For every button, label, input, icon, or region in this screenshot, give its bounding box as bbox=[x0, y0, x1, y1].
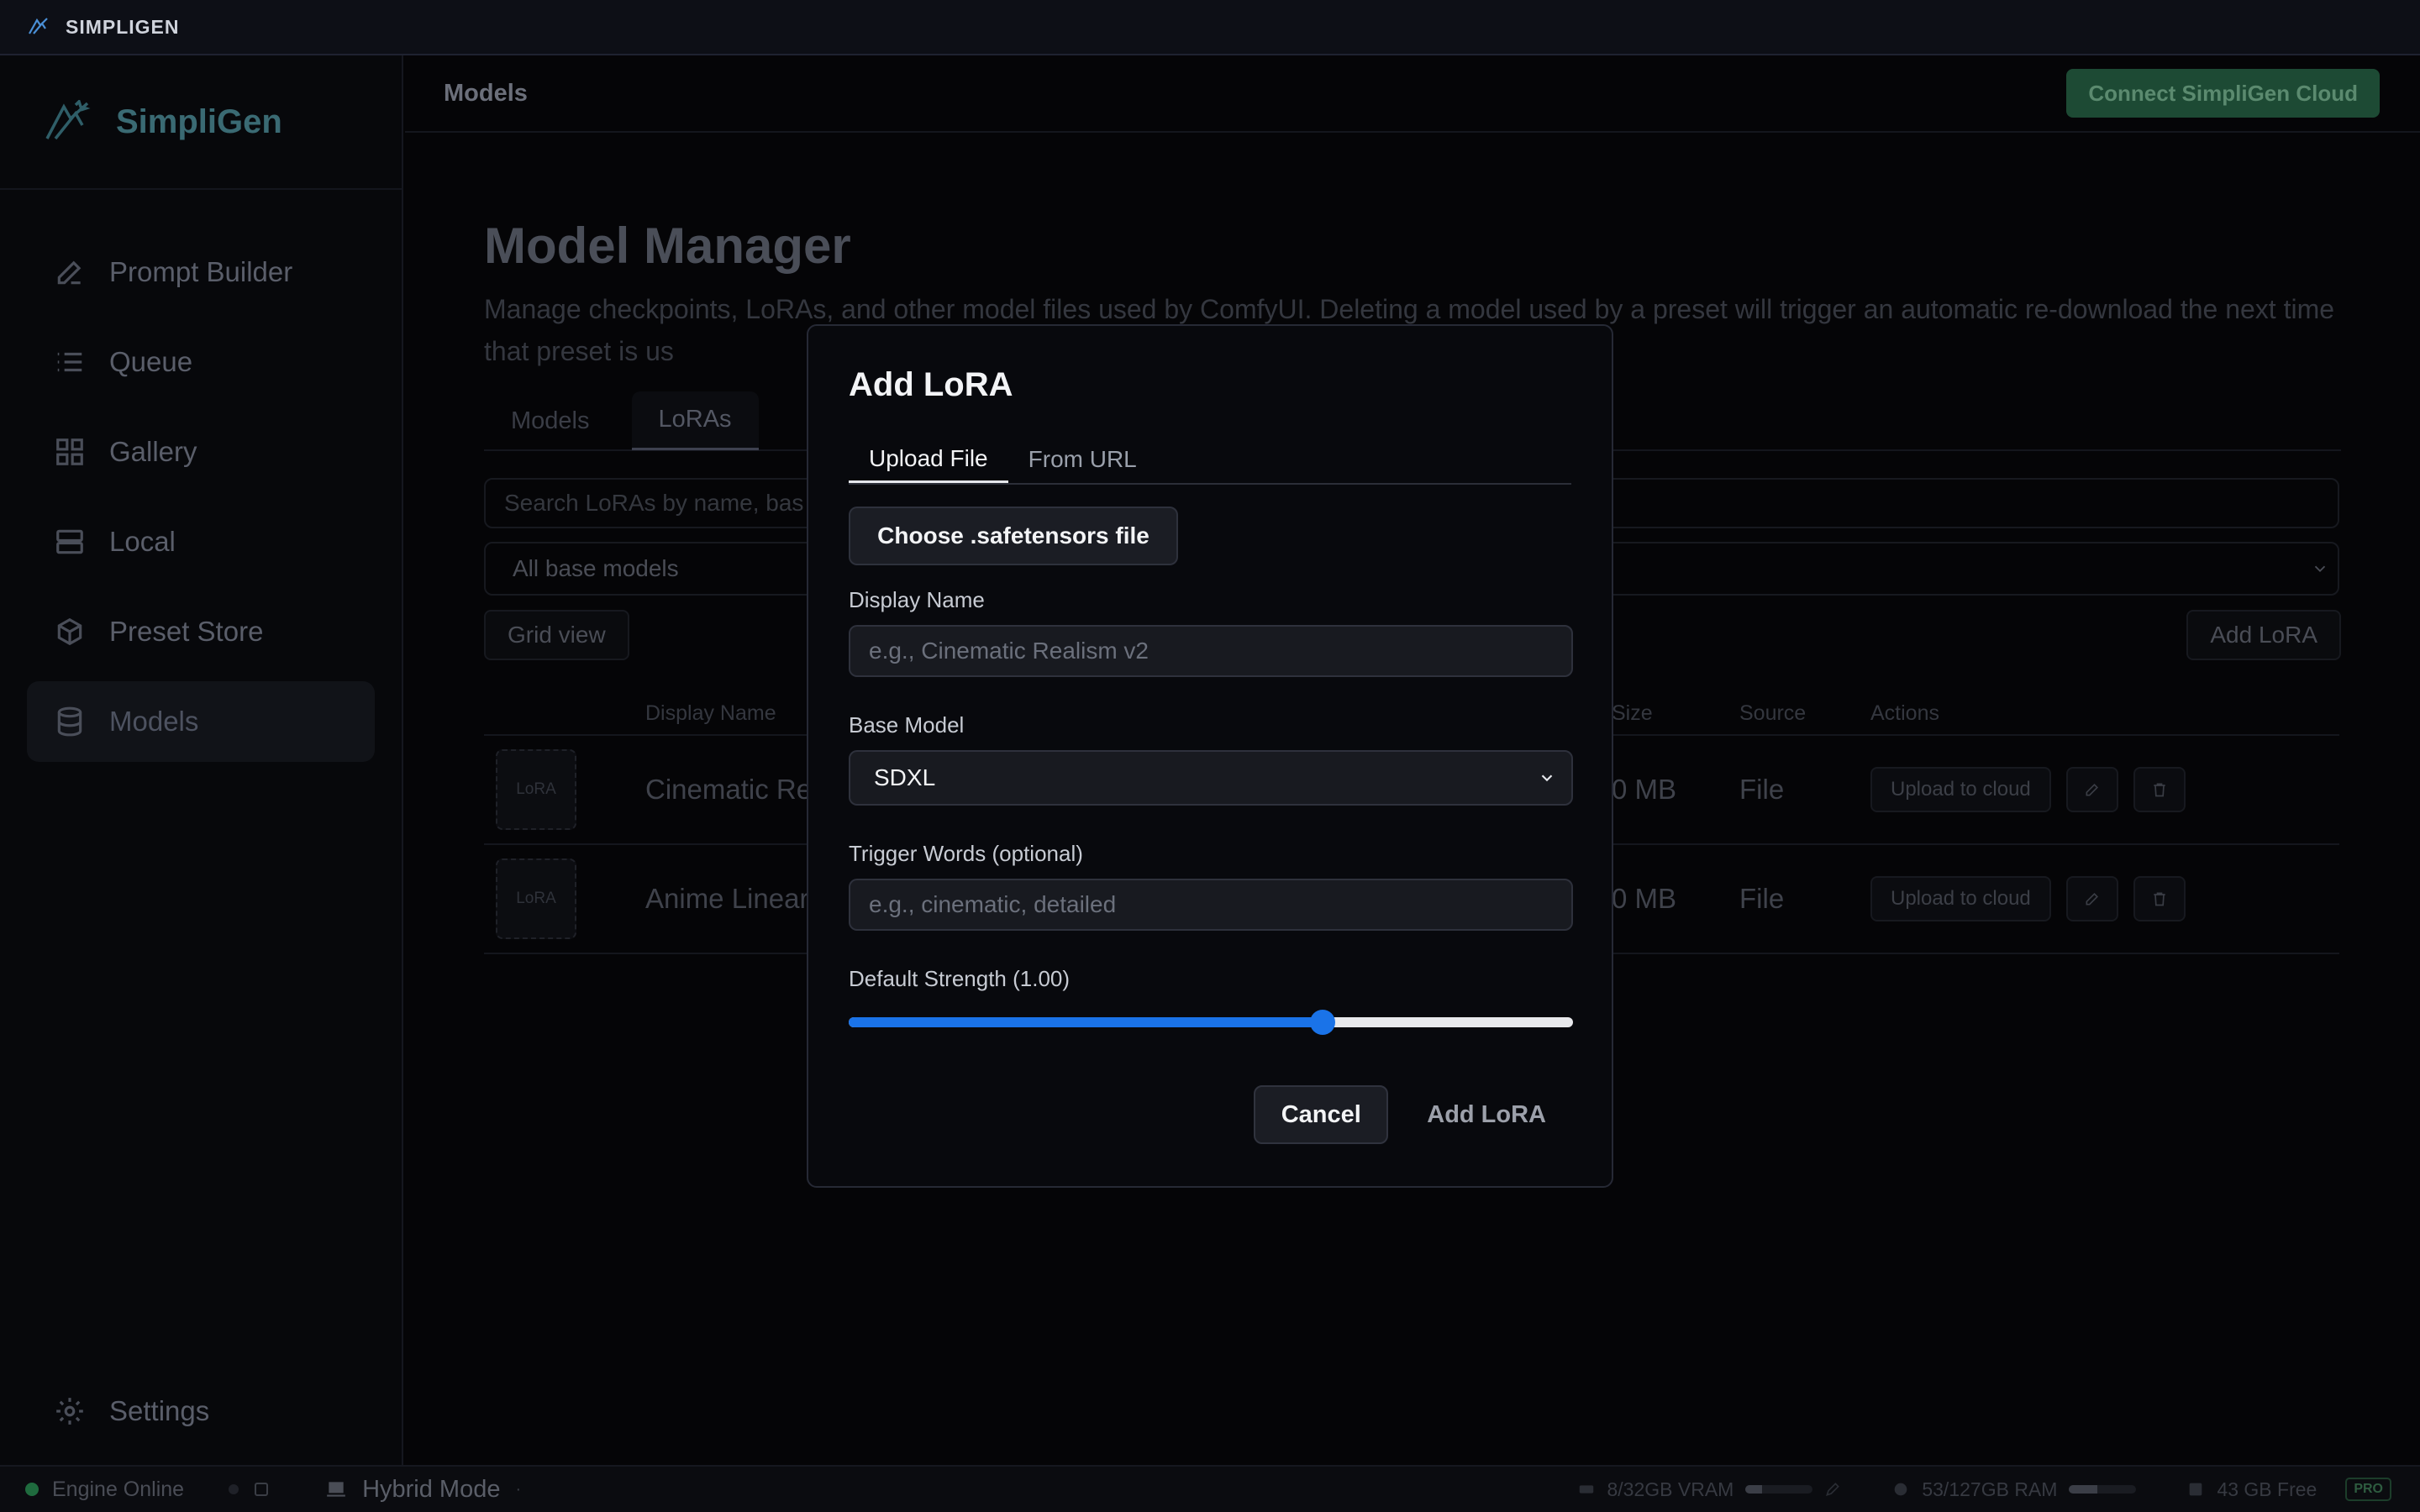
dialog-title: Add LoRA bbox=[849, 366, 1013, 403]
strength-slider[interactable] bbox=[849, 1007, 1573, 1036]
display-name-input[interactable] bbox=[849, 625, 1573, 677]
display-name-label: Display Name bbox=[849, 587, 985, 612]
cancel-button[interactable]: Cancel bbox=[1254, 1085, 1389, 1144]
tab-from-url[interactable]: From URL bbox=[1008, 436, 1157, 483]
dialog-footer: Cancel Add LoRA bbox=[1254, 1085, 1571, 1144]
trigger-words-label: Trigger Words (optional) bbox=[849, 841, 1083, 866]
choose-file-button[interactable]: Choose .safetensors file bbox=[849, 507, 1178, 565]
chevron-down-icon bbox=[1541, 774, 1553, 782]
tab-upload-file[interactable]: Upload File bbox=[849, 436, 1008, 483]
slider-handle[interactable] bbox=[1310, 1010, 1335, 1035]
trigger-words-input[interactable] bbox=[849, 879, 1573, 931]
confirm-add-lora-button[interactable]: Add LoRA bbox=[1402, 1085, 1571, 1144]
base-model-select[interactable]: SDXL bbox=[849, 750, 1573, 806]
slider-fill bbox=[849, 1017, 1323, 1027]
dialog-tabs: Upload File From URL bbox=[849, 436, 1571, 485]
base-model-value: SDXL bbox=[874, 764, 936, 790]
strength-label: Default Strength (1.00) bbox=[849, 966, 1071, 991]
add-lora-dialog: Add LoRA Upload File From URL Choose .sa… bbox=[807, 324, 1613, 1188]
base-model-label: Base Model bbox=[849, 712, 965, 738]
